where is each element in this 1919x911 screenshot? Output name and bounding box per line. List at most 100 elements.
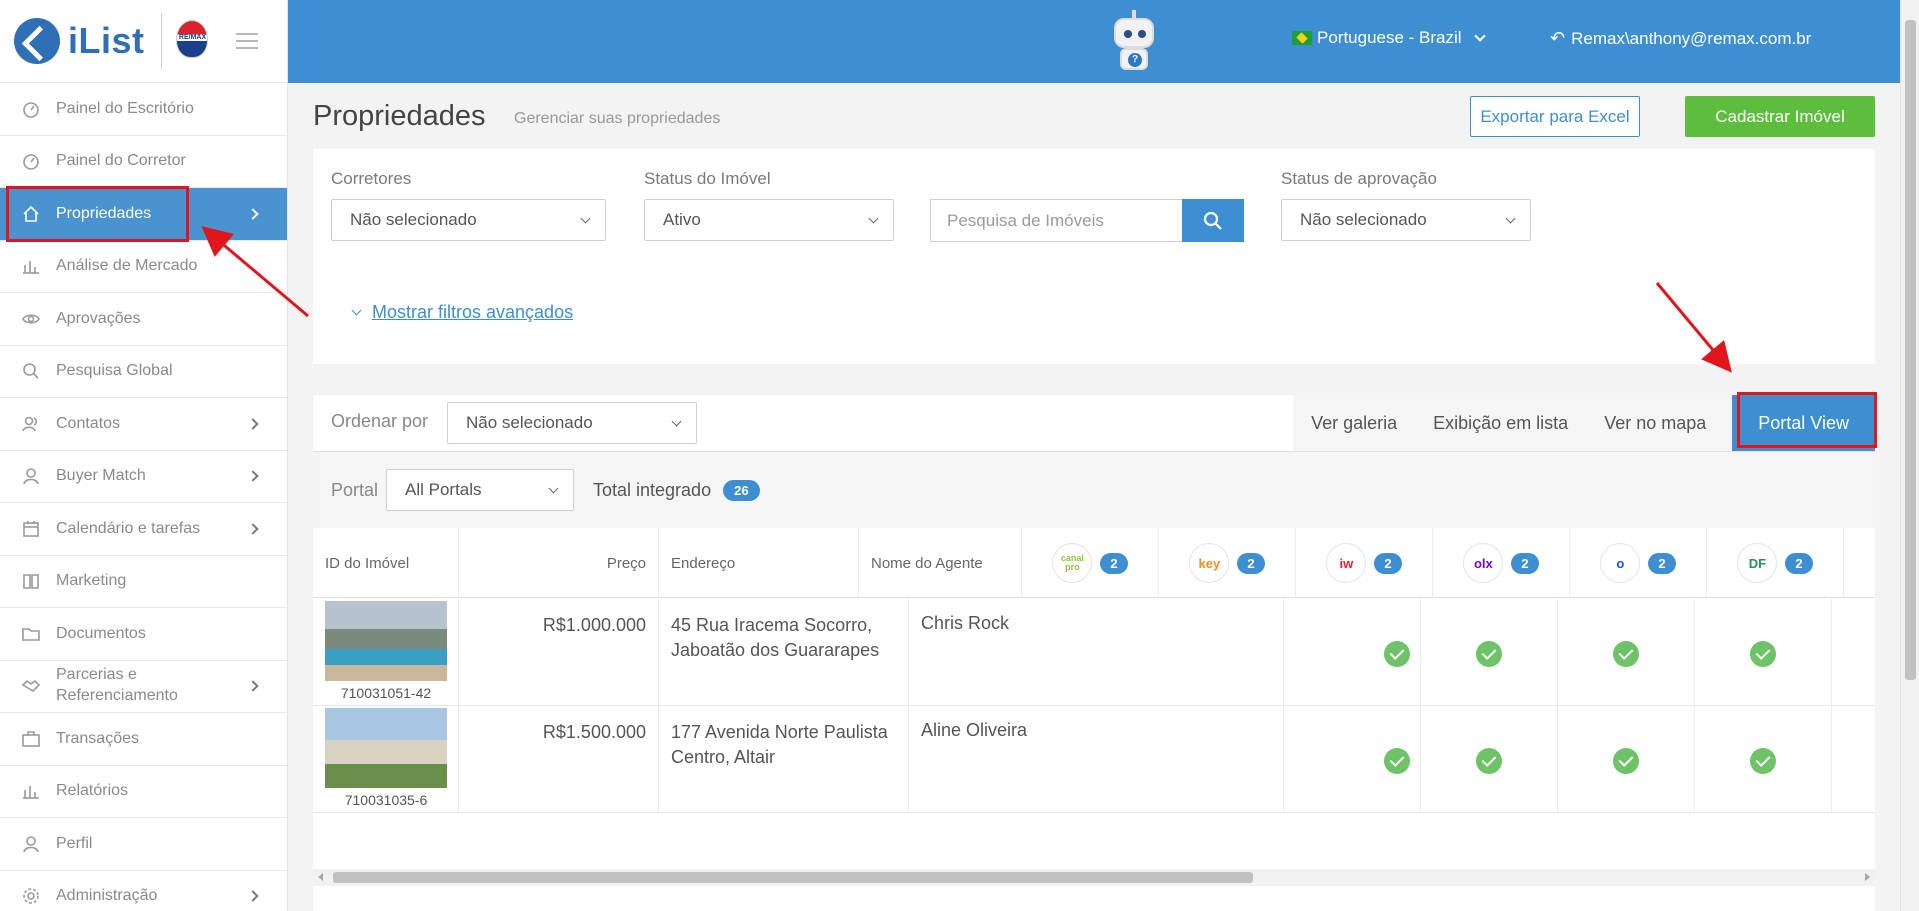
column-id[interactable]: ID do Imóvel <box>313 528 459 598</box>
briefcase-icon <box>20 728 42 750</box>
sidebar-item-aprovacoes[interactable]: Aprovações <box>0 293 287 346</box>
check-circle-icon <box>1613 748 1639 774</box>
brokers-label: Corretores <box>331 169 412 188</box>
contacts-icon <box>20 413 42 435</box>
portal-logo-icon: DF <box>1737 543 1778 583</box>
approval-select[interactable]: Não selecionado <box>1281 199 1531 241</box>
search-icon <box>20 360 42 382</box>
app-name[interactable]: iList <box>68 20 145 62</box>
status-select[interactable]: Ativo <box>644 199 894 241</box>
view-tab-portal-view[interactable]: Portal View <box>1732 395 1875 451</box>
bar-chart-icon <box>20 780 42 802</box>
portal-column[interactable]: iw 2 <box>1296 528 1433 598</box>
portal-logo-icon: canal pro <box>1052 543 1093 583</box>
portal-bar: Portal All Portals Total integrado 26 <box>313 452 1875 528</box>
sort-bar: Ordenar por Não selecionado Ver galeria E… <box>313 395 1875 452</box>
portal-logo-icon: iw <box>1326 543 1367 583</box>
property-photo[interactable] <box>325 601 447 681</box>
portal-status-cell <box>1421 706 1558 813</box>
sidebar-item-perfil[interactable]: Perfil <box>0 818 287 871</box>
sort-select[interactable]: Não selecionado <box>447 402 697 444</box>
sidebar-item-label: Relatórios <box>56 782 129 800</box>
column-agent[interactable]: Nome do Agente <box>859 528 1022 598</box>
sidebar-item-contatos[interactable]: Contatos <box>0 398 287 451</box>
sidebar-item-label: Propriedades <box>56 204 152 222</box>
sidebar-item-documentos[interactable]: Documentos <box>0 608 287 661</box>
dashboard-icon <box>20 98 42 120</box>
chevron-down-icon <box>351 305 362 316</box>
portal-column[interactable]: o2 <box>1570 528 1707 598</box>
portal-column[interactable]: key 2 <box>1159 528 1296 598</box>
sidebar-nav: Painel do Escritório Painel do Corretor Pr… <box>0 83 287 911</box>
user-icon <box>20 465 42 487</box>
sidebar-item-painel-do-escritorio[interactable]: Painel do Escritório <box>0 83 287 136</box>
column-price[interactable]: Preço <box>459 528 659 598</box>
sidebar-item-label: Pesquisa Global <box>56 362 173 380</box>
sidebar-item-painel-do-corretor[interactable]: Painel do Corretor <box>0 136 287 188</box>
user-menu[interactable]: ↶ Remax\anthony@remax.com.br <box>1550 28 1811 49</box>
status-label: Status do Imóvel <box>644 169 771 188</box>
property-price: R$1.500.000 <box>459 706 659 813</box>
sidebar: iList RE/MAX Painel do Escritório Painel … <box>0 0 288 911</box>
view-tab-ver-no-mapa[interactable]: Ver no mapa <box>1586 395 1724 451</box>
table-header: ID do Imóvel Preço Endereço Nome do Agen… <box>313 528 1875 598</box>
page-scrollbar[interactable] <box>1900 0 1919 911</box>
check-circle-icon <box>1613 641 1639 667</box>
folder-icon <box>20 623 42 645</box>
logo-divider <box>160 13 162 69</box>
advanced-filters-link[interactable]: Mostrar filtros avançados <box>351 302 573 323</box>
sidebar-item-transacoes[interactable]: Transações <box>0 713 287 766</box>
portal-select[interactable]: All Portals <box>386 469 574 511</box>
chevron-down-icon <box>868 213 879 224</box>
book-icon <box>20 570 42 592</box>
search-button[interactable] <box>1182 199 1244 242</box>
sidebar-item-label: Administração <box>56 887 158 905</box>
brokers-select[interactable]: Não selecionado <box>331 199 606 241</box>
search-icon <box>1203 211 1222 230</box>
gear-icon <box>20 885 42 907</box>
portal-logo-icon: key <box>1189 543 1230 583</box>
top-bar: ? Portuguese - Brazil ↶ Remax\anthony@re… <box>288 0 1900 83</box>
user-icon <box>20 833 42 855</box>
view-tab-exibicao-em-lista[interactable]: Exibição em lista <box>1415 395 1586 451</box>
user-label: Remax\anthony@remax.com.br <box>1571 28 1812 48</box>
sidebar-item-pesquisa-global[interactable]: Pesquisa Global <box>0 346 287 398</box>
portal-count-badge: 2 <box>1648 552 1676 574</box>
property-photo[interactable] <box>325 708 447 788</box>
export-excel-button[interactable]: Exportar para Excel <box>1470 96 1640 137</box>
chevron-right-icon <box>247 890 259 902</box>
agent-name: Aline Oliveira <box>909 706 1284 813</box>
portal-column[interactable]: DF 2 <box>1707 528 1844 598</box>
property-search-input[interactable]: Pesquisa de Imóveis <box>930 199 1182 242</box>
sidebar-item-calendario-e-tarefas[interactable]: Calendário e tarefas <box>0 503 287 556</box>
portal-column[interactable]: olx 2 <box>1433 528 1570 598</box>
add-property-button[interactable]: Cadastrar Imóvel <box>1685 96 1875 137</box>
language-selector[interactable]: Portuguese - Brazil <box>1292 28 1486 48</box>
sidebar-item-marketing[interactable]: Marketing <box>0 556 287 608</box>
sidebar-item-relatorios[interactable]: Relatórios <box>0 766 287 818</box>
sidebar-item-buyer-match[interactable]: Buyer Match <box>0 451 287 503</box>
column-address[interactable]: Endereço <box>659 528 859 598</box>
portal-logo-icon: olx <box>1463 543 1504 583</box>
sidebar-item-analise-de-mercado[interactable]: Análise de Mercado <box>0 241 287 293</box>
portal-status-cell <box>1284 706 1421 813</box>
property-id[interactable]: 710031035-6 <box>313 792 459 808</box>
table-row[interactable]: 710031035-6 R$1.500.000 177 Avenida Norte … <box>313 706 1875 813</box>
view-tab-ver-galeria[interactable]: Ver galeria <box>1293 395 1415 451</box>
table-horizontal-scrollbar[interactable] <box>313 869 1875 886</box>
menu-toggle-icon[interactable] <box>235 33 258 49</box>
ilist-logo-icon[interactable] <box>14 18 60 64</box>
chevron-right-icon <box>247 470 259 482</box>
language-label: Portuguese - Brazil <box>1317 28 1462 47</box>
property-id[interactable]: 710031051-42 <box>313 685 459 701</box>
property-id-cell: 710031051-42 <box>313 599 459 706</box>
sidebar-item-label: Painel do Escritório <box>56 99 194 117</box>
sidebar-item-parcerias-e-referenciamento[interactable]: Parcerias e Referenciamento <box>0 661 287 713</box>
portal-column[interactable]: canal pro 2 <box>1022 528 1159 598</box>
table-row[interactable]: 710031051-42 R$1.000.000 45 Rua Iracema So… <box>313 599 1875 706</box>
help-bot-icon[interactable]: ? <box>1106 10 1162 72</box>
page-title: Propriedades <box>313 100 486 132</box>
portal-status-cell <box>1421 599 1558 706</box>
sidebar-item-propriedades[interactable]: Propriedades <box>0 188 287 241</box>
sidebar-item-administracao[interactable]: Administração <box>0 871 287 911</box>
